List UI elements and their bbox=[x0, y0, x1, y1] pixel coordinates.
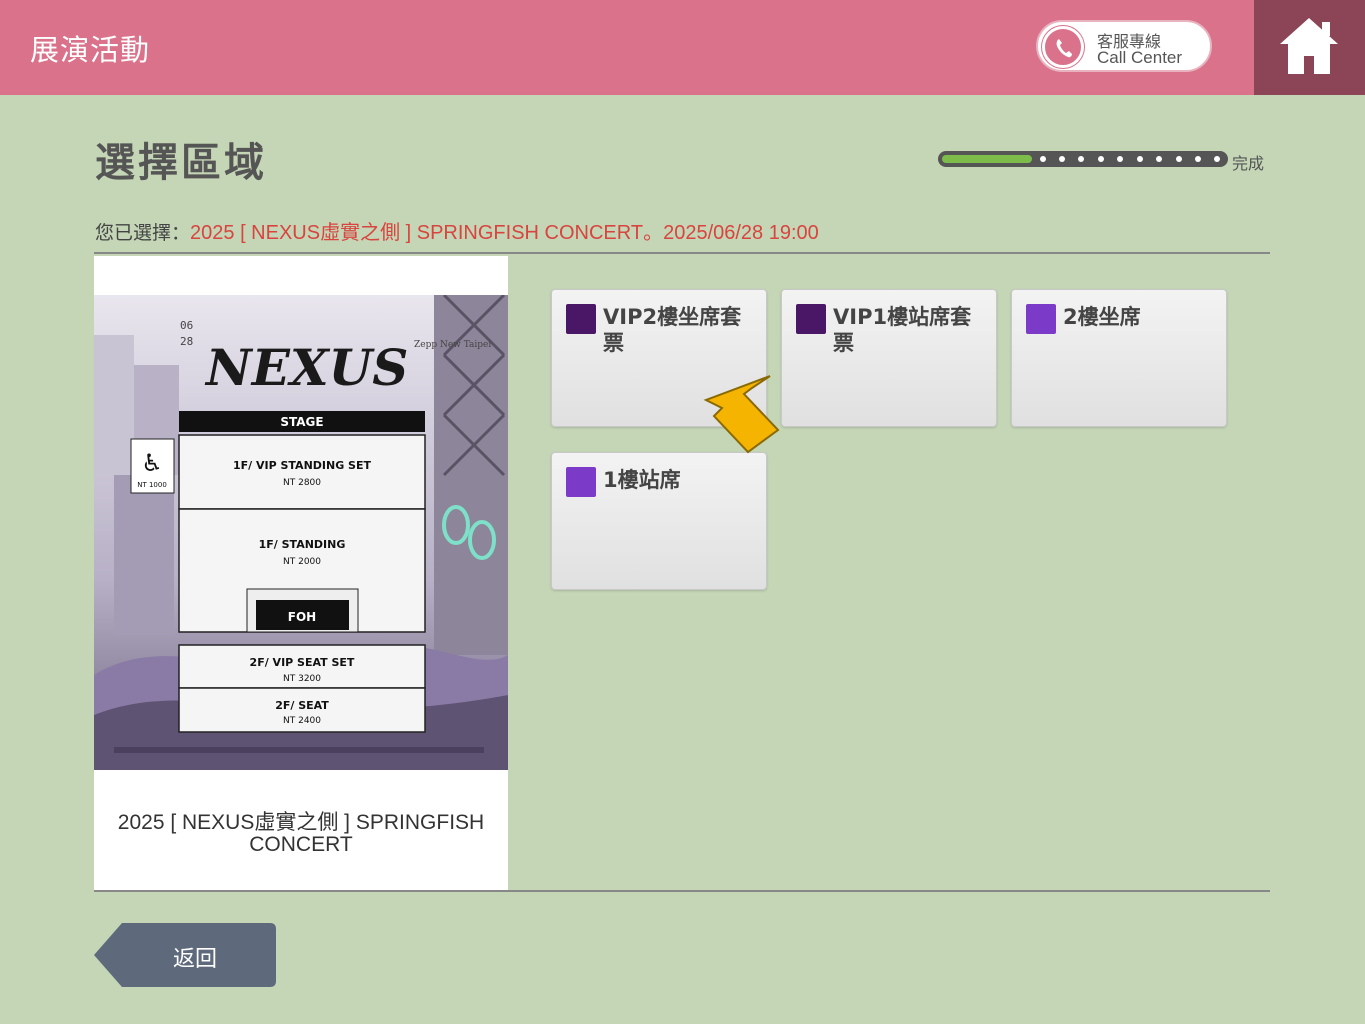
event-poster: 06 28 NEXUS Zepp New Taipei STAGE ♿ NT 1… bbox=[94, 295, 508, 770]
zone-color-swatch bbox=[566, 467, 596, 497]
svg-text:2F/ SEAT: 2F/ SEAT bbox=[275, 699, 329, 712]
zone-label: VIP2樓坐席套票 bbox=[603, 305, 742, 355]
svg-text:FOH: FOH bbox=[288, 610, 316, 624]
progress-dot bbox=[1098, 156, 1104, 162]
zone-color-swatch bbox=[566, 304, 596, 334]
selected-value: 2025 [ NEXUS虛實之側 ] SPRINGFISH CONCERT。20… bbox=[190, 222, 819, 244]
header-bar: 展演活動 客服專線 Call Center bbox=[0, 0, 1365, 95]
back-button[interactable]: 返回 bbox=[94, 923, 276, 987]
svg-text:NT 1000: NT 1000 bbox=[137, 481, 167, 489]
svg-text:Zepp New Taipei: Zepp New Taipei bbox=[414, 340, 491, 350]
phone-icon bbox=[1042, 26, 1084, 68]
zone-label: 2樓坐席 bbox=[1063, 305, 1141, 329]
event-name: 2025 [ NEXUS虛實之側 ] SPRINGFISH CONCERT bbox=[117, 811, 485, 856]
progress-dot bbox=[1156, 156, 1162, 162]
svg-text:1F/ STANDING: 1F/ STANDING bbox=[259, 538, 346, 551]
divider bbox=[94, 252, 1270, 254]
svg-text:06: 06 bbox=[180, 319, 193, 332]
zone-button-1f-standing[interactable]: 1樓站席 bbox=[551, 452, 767, 590]
svg-text:NT 2800: NT 2800 bbox=[283, 478, 321, 488]
header-title: 展演活動 bbox=[30, 33, 151, 67]
zone-label: 1樓站席 bbox=[603, 468, 681, 492]
progress-dot bbox=[1059, 156, 1065, 162]
home-button[interactable] bbox=[1254, 0, 1365, 95]
svg-text:NT 2000: NT 2000 bbox=[283, 557, 321, 567]
divider bbox=[94, 890, 1270, 892]
svg-text:STAGE: STAGE bbox=[280, 415, 323, 429]
call-center-label-en: Call Center bbox=[1097, 48, 1183, 67]
poster-logo: NEXUS bbox=[204, 338, 408, 397]
progress-dot bbox=[1117, 156, 1123, 162]
selected-prefix: 您已選擇： bbox=[95, 222, 191, 244]
svg-text:1F/ VIP STANDING SET: 1F/ VIP STANDING SET bbox=[233, 459, 372, 472]
svg-text:NT 2400: NT 2400 bbox=[283, 716, 321, 726]
call-center-button[interactable]: 客服專線 Call Center bbox=[1036, 20, 1212, 72]
progress-dot bbox=[1137, 156, 1143, 162]
home-icon bbox=[1280, 18, 1338, 74]
progress-dot bbox=[1176, 156, 1182, 162]
back-label: 返回 bbox=[172, 947, 217, 972]
svg-text:NT 3200: NT 3200 bbox=[283, 674, 321, 684]
progress-bar bbox=[938, 151, 1228, 167]
progress-label: 完成 bbox=[1232, 154, 1265, 173]
zone-button-vip1-standing-set[interactable]: VIP1樓站席套票 bbox=[781, 289, 997, 427]
progress-dot bbox=[1078, 156, 1084, 162]
svg-text:♿: ♿ bbox=[141, 449, 163, 477]
event-card: 06 28 NEXUS Zepp New Taipei STAGE ♿ NT 1… bbox=[94, 256, 508, 890]
zone-color-swatch bbox=[796, 304, 826, 334]
progress-dot bbox=[1214, 156, 1220, 162]
zone-button-2f-seat[interactable]: 2樓坐席 bbox=[1011, 289, 1227, 427]
zone-color-swatch bbox=[1026, 304, 1056, 334]
selected-event-line: 您已選擇：2025 [ NEXUS虛實之側 ] SPRINGFISH CONCE… bbox=[95, 216, 819, 245]
pointer-arrow-icon bbox=[703, 375, 780, 454]
progress-dot bbox=[1195, 156, 1201, 162]
progress-dot bbox=[1040, 156, 1046, 162]
svg-text:2F/ VIP SEAT SET: 2F/ VIP SEAT SET bbox=[250, 656, 355, 669]
svg-text:28: 28 bbox=[180, 335, 193, 348]
page-title: 選擇區域 bbox=[95, 140, 267, 186]
progress-fill bbox=[942, 155, 1033, 163]
zone-label: VIP1樓站席套票 bbox=[833, 305, 972, 355]
